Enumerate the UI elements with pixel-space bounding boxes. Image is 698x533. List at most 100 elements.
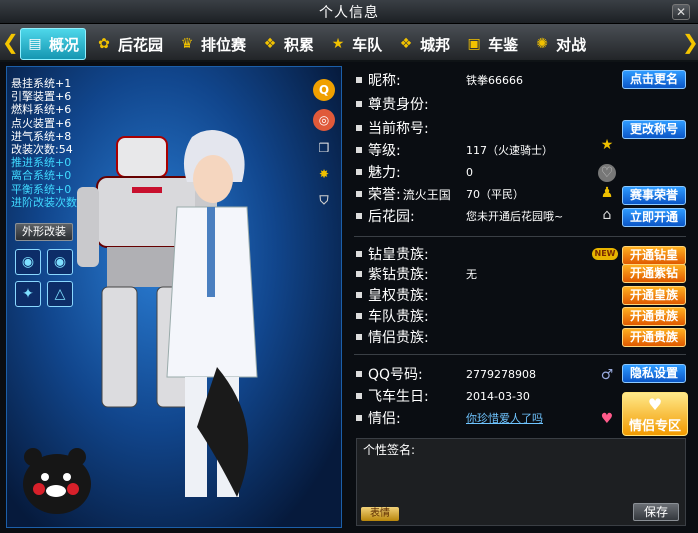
tab-label: 车鉴 <box>488 35 519 54</box>
signature-box[interactable]: 个性签名: 表情 保存 <box>356 438 686 526</box>
bullet-icon <box>356 415 362 421</box>
nickname-value: 铁拳66666 <box>466 74 523 87</box>
bullet-icon <box>356 169 362 175</box>
skill-slot-2-icon[interactable]: ◉ <box>47 249 73 275</box>
birthday-label: 飞车生日: <box>368 389 429 405</box>
tab-team[interactable]: ★ 车队 <box>324 28 388 60</box>
open-team-noble-button[interactable]: 开通贵族 <box>622 307 686 326</box>
skill-slot-3-icon[interactable]: ✦ <box>15 281 41 307</box>
wings-trophy-icon: ♛ <box>180 36 194 52</box>
tab-label: 对战 <box>556 35 587 54</box>
tab-label: 城邦 <box>420 35 451 54</box>
star-rank-icon: ★ <box>600 137 614 153</box>
paw-icon: ✺ <box>536 36 548 52</box>
couple-zone-label: 情侣专区 <box>628 419 681 434</box>
tab-label: 概况 <box>49 35 80 54</box>
lover-link[interactable]: 你珍惜爱人了吗 <box>466 410 543 426</box>
wings-icon: ♥ <box>647 395 663 414</box>
tab-scroll-left-icon[interactable]: ❮ <box>2 30 19 56</box>
tab-label: 后花园 <box>118 35 164 54</box>
gold-coin-icon[interactable]: Q <box>313 79 335 101</box>
open-couple-noble-button[interactable]: 开通贵族 <box>622 328 686 347</box>
tab-garden[interactable]: ✿ 后花园 <box>90 28 169 60</box>
bullet-icon <box>356 334 362 340</box>
level-value: 117（火速骑士） <box>466 144 553 157</box>
qq-value: 2779278908 <box>466 367 536 381</box>
honor-kingdom: 流火王国 <box>402 187 451 202</box>
tab-overview[interactable]: ▤ 概况 <box>20 28 87 60</box>
save-button[interactable]: 保存 <box>633 503 679 521</box>
tab-bar: ❮ ▤ 概况 ✿ 后花园 ♛ 排位赛 ❖ 积累 ★ 车队 ❖ 城邦 ▣ 车鉴 ✺… <box>0 24 698 62</box>
sun-badge-icon[interactable]: ✸ <box>313 163 335 185</box>
tab-ranked[interactable]: ♛ 排位赛 <box>173 28 252 60</box>
bullet-icon <box>356 251 362 257</box>
privacy-settings-button[interactable]: 隐私设置 <box>622 364 686 383</box>
honor-label: 荣誉: <box>368 187 401 203</box>
window-title: 个人信息 <box>319 4 379 21</box>
open-royal-button[interactable]: 开通皇族 <box>622 286 686 305</box>
profile-info-panel: 昵称: 铁拳66666 点击更名 尊贵身份: 当前称号: 更改称号 等级: 11… <box>350 64 694 530</box>
birthday-value: 2014-03-30 <box>466 389 530 403</box>
rename-button[interactable]: 点击更名 <box>622 70 686 89</box>
lover-label: 情侣: <box>368 411 401 427</box>
divider <box>354 354 686 355</box>
bullet-icon <box>356 191 362 197</box>
signature-label: 个性签名: <box>363 443 416 457</box>
vip-row: 尊贵身份: <box>350 94 690 114</box>
heart-icon: ♡ <box>598 164 616 182</box>
close-button[interactable]: ✕ <box>672 4 690 20</box>
noble-label: 钻皇贵族: <box>368 247 429 263</box>
stat-line: 燃料系统+6 <box>11 103 72 117</box>
appearance-mod-button[interactable]: 外形改装 <box>15 223 73 241</box>
bullet-icon <box>356 147 362 153</box>
noble-label: 情侣贵族: <box>368 330 429 346</box>
tab-scroll-right-icon[interactable]: ❯ <box>682 30 698 56</box>
noble-value: 无 <box>466 268 477 281</box>
stack-icon: ❖ <box>399 36 413 52</box>
shield-badge-icon[interactable]: ⛉ <box>313 189 335 211</box>
bullet-icon <box>356 125 362 131</box>
level-label: 等级: <box>368 143 401 159</box>
bullet-icon <box>356 213 362 219</box>
bullet-icon <box>356 313 362 319</box>
bullet-icon <box>356 77 362 83</box>
player-avatar-figure <box>166 129 258 497</box>
bullet-icon <box>356 271 362 277</box>
skill-slot-4-icon[interactable]: △ <box>47 281 73 307</box>
bullet-icon <box>356 371 362 377</box>
id-card-icon: ▤ <box>28 36 42 52</box>
nickname-label: 昵称: <box>368 73 401 89</box>
change-title-button[interactable]: 更改称号 <box>622 120 686 139</box>
garden-icon: ✿ <box>98 36 110 52</box>
tab-city[interactable]: ❖ 城邦 <box>392 28 456 60</box>
stack-icon: ❖ <box>263 36 277 52</box>
skill-slot-1-icon[interactable]: ◉ <box>15 249 41 275</box>
current-title-label: 当前称号: <box>368 121 429 137</box>
open-purple-diamond-button[interactable]: 开通紫钻 <box>622 264 686 283</box>
tab-battle[interactable]: ✺ 对战 <box>528 28 592 60</box>
divider <box>354 236 686 237</box>
character-panel: 悬挂系统+1 引擎装置+6 燃料系统+6 点火装置+6 进气系统+8 改装次数:… <box>6 66 342 528</box>
emoji-button[interactable]: 表情 <box>361 507 399 521</box>
tab-label: 排位赛 <box>201 35 247 54</box>
bullet-icon <box>356 292 362 298</box>
noble-label: 紫钻贵族: <box>368 267 429 283</box>
photo-camera-icon[interactable]: ◎ <box>313 109 335 131</box>
open-diamond-button[interactable]: 开通钻皇 <box>622 246 686 265</box>
vip-label: 尊贵身份: <box>368 97 429 113</box>
garden-label: 后花园: <box>368 209 415 225</box>
stat-line: 引擎装置+6 <box>11 90 72 104</box>
close-icon: ✕ <box>675 5 687 19</box>
tab-label: 积累 <box>284 35 315 54</box>
garden-value: 您未开通后花园哦~ <box>466 210 564 223</box>
event-honor-button[interactable]: 赛事荣誉 <box>622 186 686 205</box>
couple-zone-button[interactable]: ♥ 情侣专区 <box>622 392 688 436</box>
gift-icon[interactable]: ❒ <box>313 137 335 159</box>
open-garden-button[interactable]: 立即开通 <box>622 208 686 227</box>
tab-car-guide[interactable]: ▣ 车鉴 <box>460 28 524 60</box>
noble-label: 皇权贵族: <box>368 288 429 304</box>
building-icon: ⌂ <box>602 207 612 223</box>
charm-value: 0 <box>466 165 473 179</box>
bullet-icon <box>356 393 362 399</box>
tab-accumulate[interactable]: ❖ 积累 <box>256 28 320 60</box>
